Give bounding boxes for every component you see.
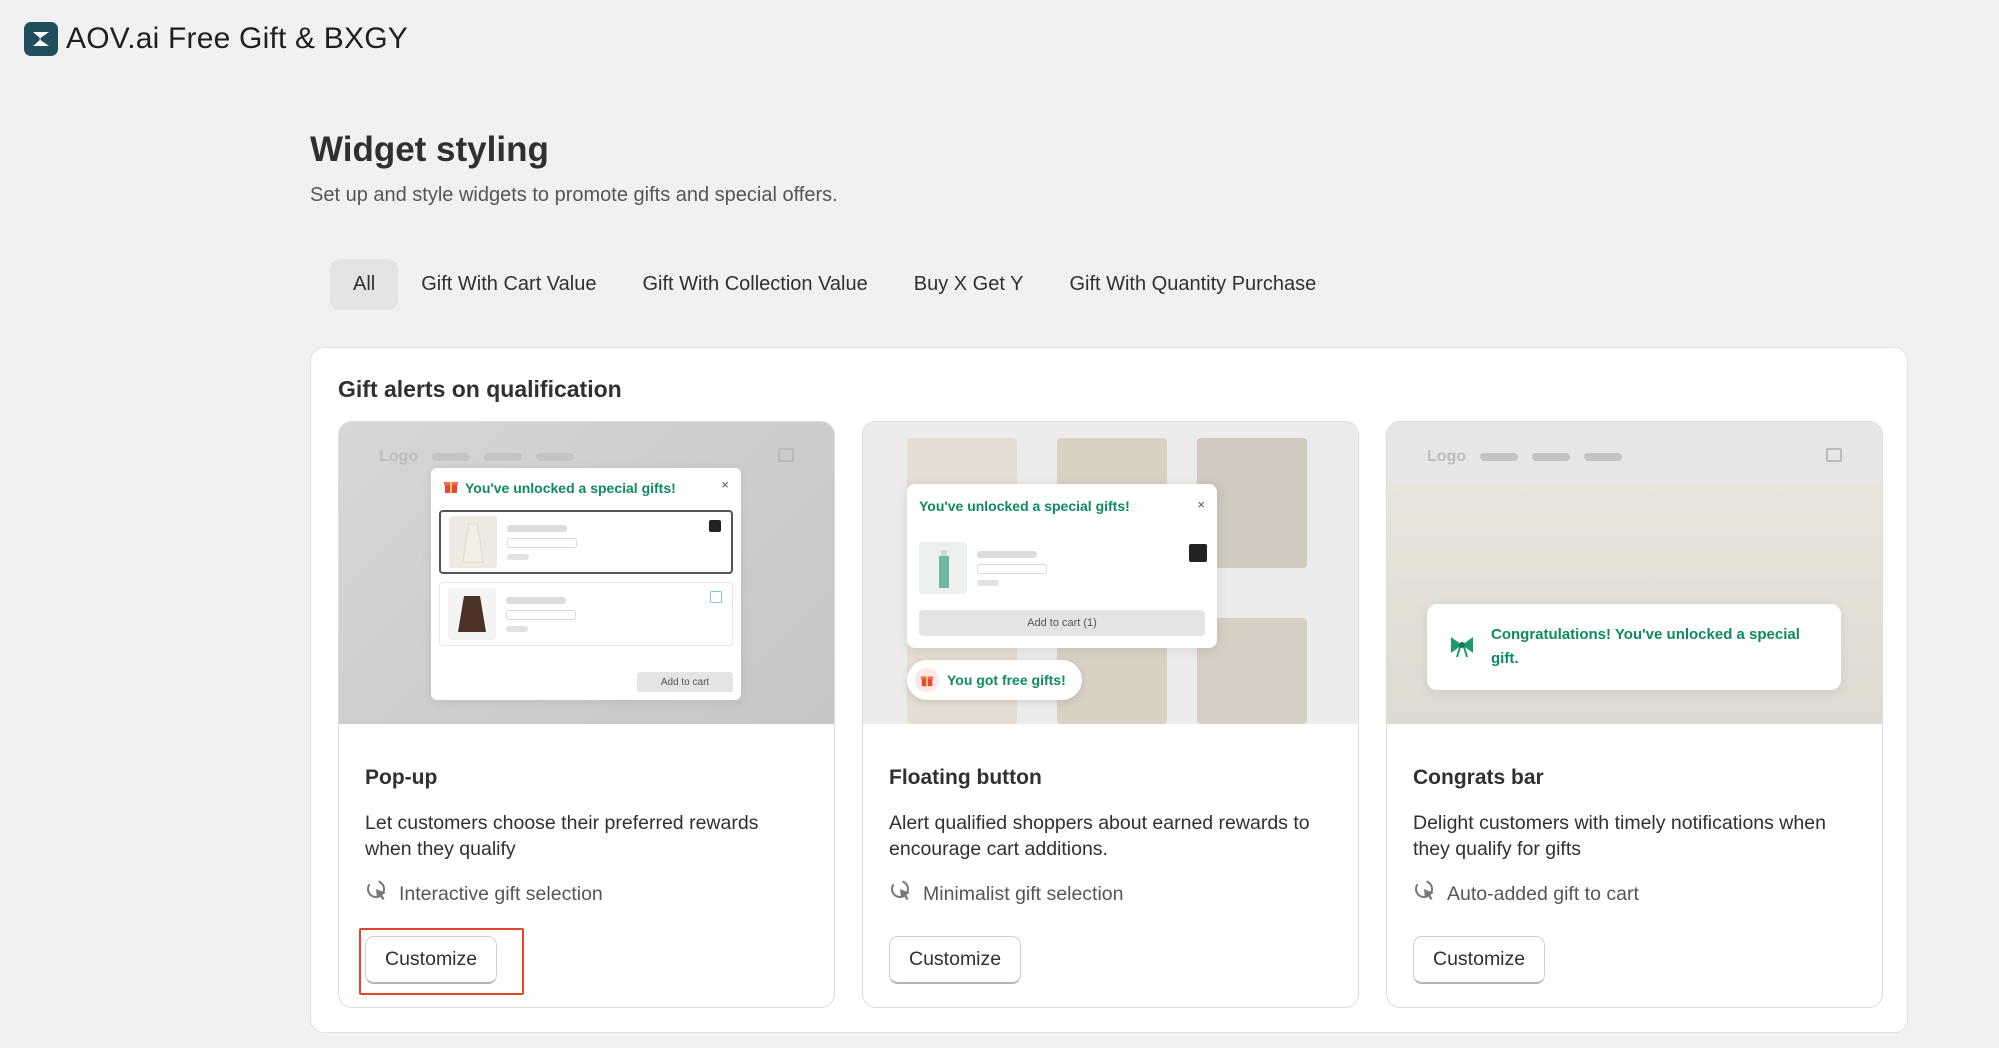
congrats-message: Congratulations! You've unlocked a speci… [1491,626,1800,667]
section-title: Gift alerts on qualification [338,376,622,402]
cart-icon [778,448,794,462]
card-description: Delight customers with timely notificati… [1413,812,1826,860]
tab-gift-with-cart-value[interactable]: Gift With Cart Value [398,259,619,310]
feature-label: Minimalist gift selection [923,882,1124,905]
card-description: Let customers choose their preferred rew… [365,812,759,860]
floating-gift-button-preview: You got free gifts! [907,660,1082,700]
close-icon: × [1197,497,1205,512]
card-feature: Minimalist gift selection [889,878,1332,910]
preview-add-to-cart: Add to cart [637,672,733,692]
pointer-click-icon [889,878,915,910]
feature-label: Auto-added gift to cart [1447,882,1639,905]
filter-tabs: All Gift With Cart Value Gift With Colle… [330,259,1339,310]
popup-heading: You've unlocked a special gifts! [465,479,676,496]
customize-floating-button[interactable]: Customize [889,936,1022,984]
ribbon-bow-icon [1447,630,1477,665]
checkbox-checked-icon [709,520,721,532]
preview-nav: Logo [1427,448,1623,466]
checkbox-checked-icon [1189,544,1207,562]
widget-cards: Logo You've unlocked a special gifts! × [338,421,1883,1008]
floating-label: You got free gifts! [947,672,1066,688]
preview-nav: Logo [379,448,575,466]
widget-card-floating-button: You've unlocked a special gifts! × Add t… [862,421,1359,1008]
tab-buy-x-get-y[interactable]: Buy X Get Y [891,259,1047,310]
app-header: AOV.ai Free Gift & BXGY [24,22,408,56]
gift-option [439,582,733,646]
page-title: Widget styling [310,130,549,169]
widget-card-popup: Logo You've unlocked a special gifts! × [338,421,835,1008]
congrats-bar-preview: Congratulations! You've unlocked a speci… [1427,604,1841,690]
page-header: Widget styling Set up and style widgets … [310,130,838,207]
gift-option [439,510,733,574]
customize-popup-button[interactable]: Customize [365,936,498,984]
close-icon: × [721,477,729,492]
popup-preview-image: Logo You've unlocked a special gifts! × [339,422,834,724]
card-title: Floating button [889,766,1042,789]
popup-preview: You've unlocked a special gifts! × Add t… [431,468,741,700]
customize-congrats-bar-button[interactable]: Customize [1413,936,1546,984]
gift-alerts-section: Gift alerts on qualification Logo You've… [310,347,1908,1033]
coat-thumbnail [448,588,496,640]
card-feature: Interactive gift selection [365,878,808,910]
cart-icon [1826,448,1842,462]
app-title: AOV.ai Free Gift & BXGY [66,22,408,55]
card-title: Pop-up [365,766,438,789]
floating-preview-image: You've unlocked a special gifts! × Add t… [863,422,1358,724]
tab-gift-with-quantity-purchase[interactable]: Gift With Quantity Purchase [1046,259,1339,310]
feature-label: Interactive gift selection [399,882,603,905]
preview-logo: Logo [1427,448,1467,465]
page-subtitle: Set up and style widgets to promote gift… [310,184,838,206]
tab-gift-with-collection-value[interactable]: Gift With Collection Value [619,259,890,310]
floating-popup-heading: You've unlocked a special gifts! [919,498,1130,514]
pointer-click-icon [365,878,391,910]
tab-all[interactable]: All [330,259,399,310]
preview-logo: Logo [379,448,419,465]
widget-card-congrats-bar: Logo Congratulations! You've unlocked a … [1386,421,1883,1008]
card-title: Congrats bar [1413,766,1544,789]
checkbox-unchecked-icon [710,591,722,603]
floating-popup-preview: You've unlocked a special gifts! × Add t… [907,484,1217,648]
gift-icon [915,668,939,692]
card-feature: Auto-added gift to cart [1413,878,1856,910]
dress-thumbnail [449,516,497,568]
bottle-thumbnail [919,542,967,594]
gift-icon [443,478,459,497]
preview-add-to-cart: Add to cart (1) [919,610,1205,636]
card-description: Alert qualified shoppers about earned re… [889,812,1310,860]
app-logo-icon [24,22,58,56]
pointer-click-icon [1413,878,1439,910]
congrats-preview-image: Logo Congratulations! You've unlocked a … [1387,422,1882,724]
